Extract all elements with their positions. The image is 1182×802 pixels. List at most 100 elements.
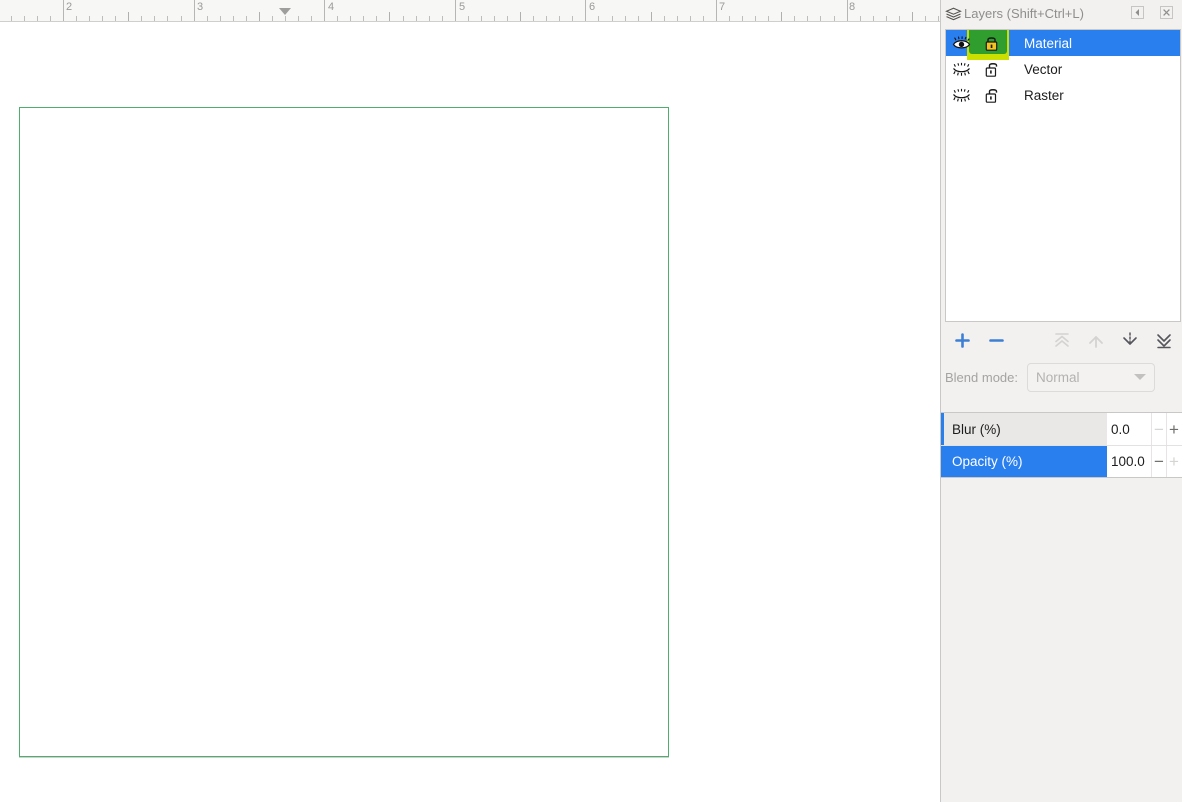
eye-closed-icon[interactable] [946,56,976,82]
lock-closed-icon[interactable] [976,30,1006,56]
ruler-label: 2 [66,1,72,13]
opacity-decrement-button[interactable]: − [1151,446,1166,477]
ruler-major-tick [324,0,325,21]
ruler-minor-tick [925,16,926,21]
ruler-minor-tick [886,16,887,21]
layer-list[interactable]: Material Vec [945,29,1181,322]
layer-row[interactable]: Vector [946,56,1180,82]
lower-to-bottom-button[interactable] [1147,327,1181,353]
horizontal-ruler[interactable]: 2345678 [0,0,940,22]
lower-layer-button[interactable] [1113,327,1147,353]
ruler-major-tick [847,0,848,21]
canvas-editor-area[interactable]: 2345678 [0,0,940,802]
ruler-minor-tick [429,16,430,21]
lock-open-icon[interactable] [976,82,1006,108]
eye-closed-icon[interactable] [946,82,976,108]
layers-panel-header: Layers (Shift+Ctrl+L) [941,0,1182,27]
blur-value: 0.0 [1107,413,1151,445]
layer-toolbar [945,326,1181,354]
ruler-minor-tick [272,16,273,21]
lock-open-icon[interactable] [976,56,1006,82]
ruler-minor-tick [807,16,808,21]
ruler-minor-tick [481,16,482,21]
ruler-minor-tick [938,16,939,21]
layer-property-sliders: Blur (%) 0.0 − + Opacity (%) 100.0 − + [941,412,1182,478]
ruler-minor-tick [233,16,234,21]
ruler-minor-tick [612,16,613,21]
ruler-minor-tick [181,16,182,21]
ruler-major-tick [585,0,586,21]
add-layer-button[interactable] [945,327,979,353]
ruler-minor-tick [703,16,704,21]
ruler-minor-tick [494,16,495,21]
ruler-minor-tick [533,16,534,21]
remove-layer-button[interactable] [979,327,1013,353]
ruler-minor-tick [546,16,547,21]
ruler-major-tick [63,0,64,21]
ruler-minor-tick [337,16,338,21]
opacity-slider[interactable]: Opacity (%) [941,446,1107,477]
ruler-minor-tick [755,16,756,21]
layers-panel-title: Layers (Shift+Ctrl+L) [964,6,1084,21]
ruler-minor-tick [246,16,247,21]
eye-open-icon[interactable] [946,30,976,56]
ruler-minor-tick [89,16,90,21]
raise-to-top-button[interactable] [1045,327,1079,353]
ruler-minor-tick [128,12,129,21]
collapse-left-arrow-icon[interactable] [1129,4,1146,20]
ruler-minor-tick [154,16,155,21]
ruler-minor-tick [102,16,103,21]
layer-name-label: Material [1006,36,1072,51]
layers-stack-icon [945,6,962,22]
ruler-minor-tick [207,16,208,21]
ruler-minor-tick [389,12,390,21]
ruler-major-tick [455,0,456,21]
artboard-page-rectangle[interactable] [19,107,669,757]
layer-row[interactable]: Raster [946,82,1180,108]
ruler-minor-tick [834,16,835,21]
chevron-down-icon [1134,374,1146,380]
ruler-minor-tick [37,16,38,21]
opacity-value: 100.0 [1107,446,1151,477]
ruler-minor-tick [572,16,573,21]
ruler-minor-tick [11,16,12,21]
ruler-minor-tick [664,16,665,21]
ruler-minor-tick [690,16,691,21]
blend-mode-value: Normal [1036,370,1134,385]
ruler-label: 7 [719,1,725,13]
ruler-minor-tick [115,16,116,21]
blur-increment-button[interactable]: + [1166,413,1181,445]
ruler-minor-tick [899,16,900,21]
ruler-minor-tick [677,16,678,21]
ruler-minor-tick [873,16,874,21]
ruler-minor-tick [794,16,795,21]
ruler-position-marker [279,8,291,15]
ruler-minor-tick [298,16,299,21]
ruler-label: 5 [459,1,465,13]
ruler-minor-tick [912,12,913,21]
ruler-minor-tick [742,16,743,21]
blend-mode-label: Blend mode: [945,370,1018,385]
blur-decrement-button[interactable]: − [1151,413,1166,445]
blend-mode-row: Blend mode: Normal [945,362,1181,392]
layer-row[interactable]: Material [946,30,1180,56]
blur-slider-row: Blur (%) 0.0 − + [941,413,1182,445]
opacity-increment-button[interactable]: + [1166,446,1181,477]
blend-mode-select[interactable]: Normal [1027,363,1155,392]
ruler-minor-tick [468,16,469,21]
ruler-minor-tick [860,16,861,21]
ruler-minor-tick [638,16,639,21]
ruler-major-tick [716,0,717,21]
ruler-minor-tick [651,12,652,21]
ruler-minor-tick [259,12,260,21]
ruler-label: 3 [197,1,203,13]
blur-slider[interactable]: Blur (%) [941,413,1107,445]
close-icon[interactable] [1158,4,1175,20]
ruler-minor-tick [403,16,404,21]
raise-layer-button[interactable] [1079,327,1113,353]
ruler-minor-tick [598,16,599,21]
ruler-minor-tick [625,16,626,21]
ruler-minor-tick [141,16,142,21]
ruler-label: 8 [849,1,855,13]
ruler-minor-tick [376,16,377,21]
